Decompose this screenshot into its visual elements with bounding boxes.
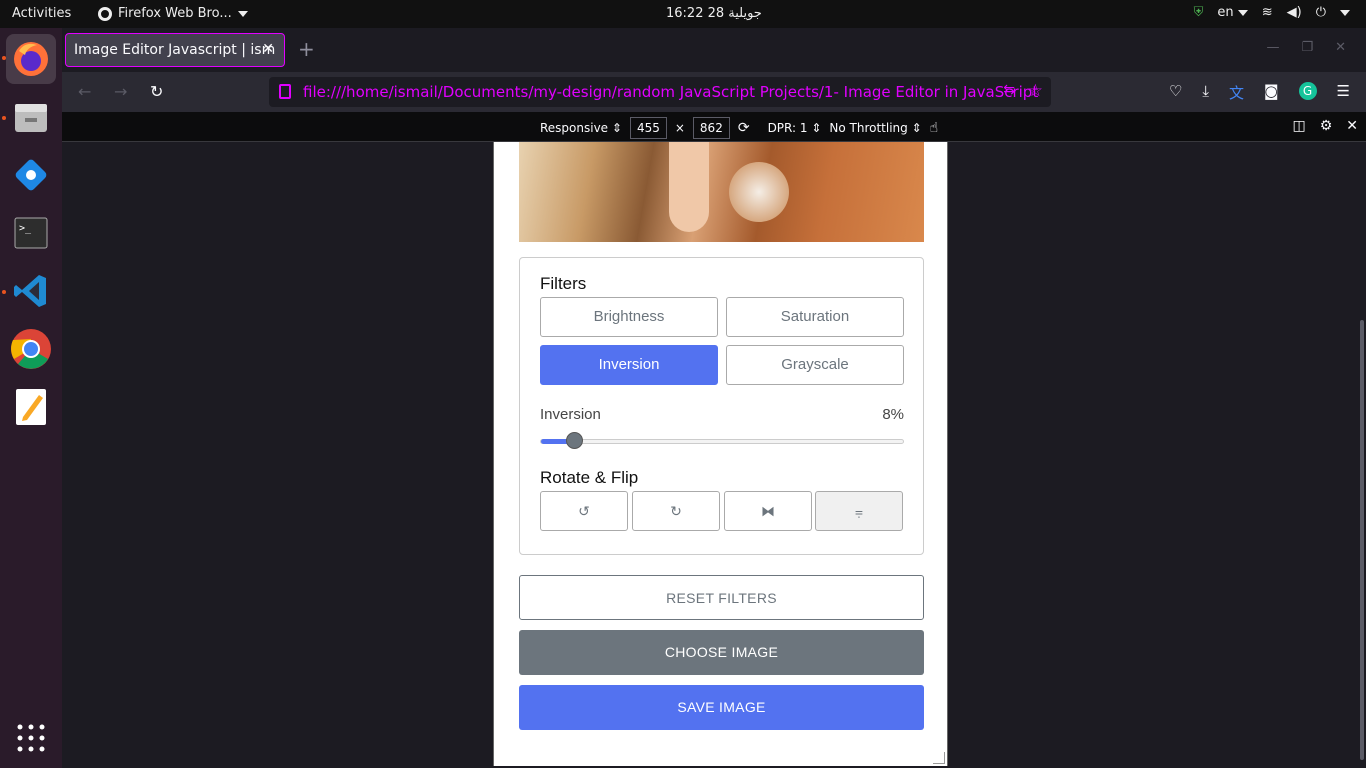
- scrollbar[interactable]: [1360, 320, 1364, 760]
- chevron-down-icon: [237, 10, 248, 17]
- close-rdm-icon[interactable]: ✕: [1346, 118, 1358, 134]
- chrome-icon[interactable]: [6, 324, 56, 374]
- software-store-icon[interactable]: [6, 150, 56, 200]
- close-window-icon[interactable]: ✕: [1335, 40, 1346, 55]
- image-preview: [519, 142, 924, 242]
- viewport-height-input[interactable]: 862: [692, 117, 730, 139]
- throttling-select[interactable]: No Throttling ⇕: [829, 121, 921, 135]
- rotate-left-icon[interactable]: ↺: [540, 491, 628, 531]
- page-viewport: Filters Brightness Saturation Inversion …: [62, 142, 1366, 768]
- settings-gear-icon[interactable]: ⚙: [1320, 118, 1333, 134]
- throttling-label: No Throttling: [829, 121, 908, 135]
- nav-bar: ← → ↻ file:///home/ismail/Documents/my-d…: [62, 72, 1366, 112]
- bookmark-star-icon[interactable]: ☆: [1028, 81, 1043, 101]
- file-icon: [279, 84, 291, 99]
- tab-bar: Image Editor Javascript | ism ✕ + — ❐ ✕: [62, 28, 1366, 72]
- close-tab-icon[interactable]: ✕: [262, 41, 274, 57]
- app-menu[interactable]: Firefox Web Bro...: [98, 6, 248, 21]
- files-icon[interactable]: [6, 92, 56, 142]
- show-apps-icon[interactable]: [6, 713, 56, 763]
- volume-icon[interactable]: ◀): [1287, 5, 1302, 20]
- pocket-icon[interactable]: ♡: [1169, 82, 1182, 103]
- power-icon[interactable]: ⏻: [1316, 5, 1326, 20]
- url-text: file:///home/ismail/Documents/my-design/…: [303, 83, 1039, 101]
- touch-simulation-icon[interactable]: ☝: [930, 120, 939, 136]
- window-controls: — ❐ ✕: [1266, 40, 1346, 55]
- new-tab-icon[interactable]: +: [298, 37, 315, 61]
- tab-title: Image Editor Javascript | ism: [74, 42, 276, 58]
- filter-inversion-button[interactable]: Inversion: [540, 345, 718, 385]
- device-select[interactable]: Responsive ⇕: [540, 121, 622, 135]
- extension-icon[interactable]: ◙: [1264, 82, 1279, 103]
- rotate-viewport-icon[interactable]: ⟳: [738, 120, 750, 136]
- reset-filters-button[interactable]: RESET FILTERS: [519, 575, 924, 620]
- dock: >_: [0, 28, 62, 768]
- filter-saturation-button[interactable]: Saturation: [726, 297, 904, 337]
- toolbar: ♡ ⤓ 文 ◙ G ☰: [1169, 82, 1350, 103]
- slider-info: Inversion 8%: [540, 406, 904, 423]
- language-label: en: [1217, 5, 1234, 20]
- preview-detail: [729, 162, 789, 222]
- shield-icon[interactable]: ⛨: [1194, 5, 1204, 20]
- app-menu-label: Firefox Web Bro...: [118, 6, 232, 21]
- filters-title: Filters: [540, 274, 587, 293]
- system-tray[interactable]: ⛨ en ≋ ◀) ⏻: [1194, 5, 1350, 20]
- dpr-select[interactable]: DPR: 1 ⇕: [768, 121, 822, 135]
- screenshot-icon[interactable]: ◫: [1292, 118, 1305, 134]
- language-indicator[interactable]: en: [1217, 5, 1248, 20]
- system-top-bar: Activities Firefox Web Bro... 16:22 28 ج…: [0, 0, 1366, 28]
- responsive-device-frame: Filters Brightness Saturation Inversion …: [493, 142, 948, 766]
- activities-button[interactable]: Activities: [12, 6, 71, 21]
- grammarly-icon[interactable]: G: [1298, 82, 1317, 100]
- translate-icon[interactable]: ⇆: [1003, 82, 1015, 98]
- responsive-design-toolbar: Responsive ⇕ 455 × 862 ⟳ DPR: 1 ⇕ No Thr…: [62, 112, 1366, 142]
- slider-name: Inversion: [540, 406, 601, 423]
- reload-icon[interactable]: ↻: [150, 82, 163, 101]
- menu-icon[interactable]: ☰: [1337, 82, 1350, 103]
- filter-grayscale-button[interactable]: Grayscale: [726, 345, 904, 385]
- chevron-down-icon: [1340, 9, 1350, 16]
- downloads-icon[interactable]: ⤓: [1202, 82, 1209, 103]
- device-select-label: Responsive: [540, 121, 609, 135]
- minimize-icon[interactable]: —: [1266, 40, 1279, 55]
- rotate-flip-title: Rotate & Flip: [540, 468, 639, 487]
- preview-detail: [669, 142, 709, 232]
- slider-value: 8%: [882, 406, 904, 423]
- flip-vertical-icon[interactable]: ⩦: [815, 491, 903, 531]
- chevron-down-icon: [1237, 10, 1248, 16]
- filter-slider[interactable]: [540, 432, 904, 449]
- viewport-width-input[interactable]: 455: [629, 117, 667, 139]
- translate-extension-icon[interactable]: 文: [1229, 82, 1244, 103]
- slider-thumb[interactable]: [566, 432, 583, 449]
- vscode-icon[interactable]: [6, 266, 56, 316]
- dpr-label: DPR: 1: [767, 121, 808, 135]
- tab-image-editor[interactable]: Image Editor Javascript | ism ✕: [65, 33, 285, 67]
- wifi-icon[interactable]: ≋: [1262, 5, 1273, 20]
- resize-handle[interactable]: [933, 752, 945, 764]
- filter-brightness-button[interactable]: Brightness: [540, 297, 718, 337]
- rotate-right-icon[interactable]: ↻: [632, 491, 720, 531]
- svg-text:>_: >_: [19, 223, 32, 234]
- terminal-icon[interactable]: >_: [6, 208, 56, 258]
- text-editor-icon[interactable]: [6, 382, 56, 432]
- url-bar[interactable]: file:///home/ismail/Documents/my-design/…: [269, 77, 1051, 107]
- back-icon[interactable]: ←: [78, 82, 91, 101]
- dimension-separator: ×: [674, 121, 685, 135]
- firefox-small-icon: [98, 6, 112, 21]
- clock[interactable]: 16:22 28 جويلية: [666, 6, 762, 21]
- save-image-button[interactable]: SAVE IMAGE: [519, 685, 924, 730]
- editor-panel: Filters Brightness Saturation Inversion …: [519, 257, 924, 555]
- choose-image-button[interactable]: CHOOSE IMAGE: [519, 630, 924, 675]
- maximize-icon[interactable]: ❐: [1301, 40, 1313, 55]
- flip-horizontal-icon[interactable]: ⧓: [724, 491, 812, 531]
- forward-icon[interactable]: →: [114, 82, 127, 101]
- firefox-icon[interactable]: [6, 34, 56, 84]
